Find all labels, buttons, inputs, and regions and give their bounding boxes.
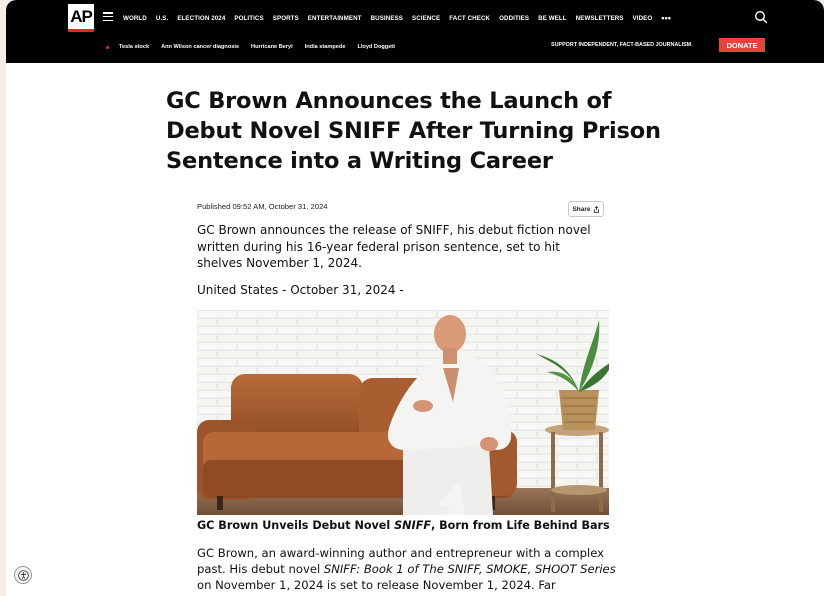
nav-item-world[interactable]: WORLD [123, 15, 147, 22]
nav-item-election-2024[interactable]: ELECTION 2024 [177, 15, 225, 22]
site-header: AP WORLD U.S. ELECTION 2024 POLITICS SPO… [6, 0, 824, 63]
browser-page: AP WORLD U.S. ELECTION 2024 POLITICS SPO… [6, 0, 824, 596]
nav-item-politics[interactable]: POLITICS [234, 15, 263, 22]
photo-caption: GC Brown Unveils Debut Novel SNIFF, Born… [197, 519, 610, 532]
nav-item-sports[interactable]: SPORTS [273, 15, 299, 22]
main-nav: WORLD U.S. ELECTION 2024 POLITICS SPORTS… [123, 12, 680, 24]
more-icon[interactable]: ••• [661, 14, 671, 23]
article-body: GC Brown, an award-winning author and en… [197, 545, 617, 593]
nav-item-oddities[interactable]: ODDITIES [499, 15, 529, 22]
nav-item-entertainment[interactable]: ENTERTAINMENT [308, 15, 362, 22]
nav-item-science[interactable]: SCIENCE [412, 15, 440, 22]
caption-title: SNIFF [394, 519, 431, 532]
article-photo [197, 310, 609, 515]
nav-item-business[interactable]: BUSINESS [371, 15, 403, 22]
trending-link[interactable]: Hurricane Beryl [251, 44, 293, 50]
trending-bar: Tesla stock Ann Wilson cancer diagnosis … [106, 42, 407, 52]
share-button[interactable]: Share [568, 201, 604, 217]
donate-button[interactable]: DONATE [719, 38, 765, 52]
share-icon [593, 205, 599, 213]
published-timestamp: Published 09:52 AM, October 31, 2024 [197, 202, 328, 211]
nav-item-video[interactable]: VIDEO [633, 15, 653, 22]
trending-dot-icon [106, 45, 109, 49]
man-on-sofa-image [197, 310, 609, 515]
body-text: on November 1, 2024 is set to release No… [197, 578, 556, 592]
accessibility-icon[interactable] [14, 566, 32, 584]
article-headline: GC Brown Announces the Launch of Debut N… [166, 88, 661, 174]
trending-link[interactable]: Ann Wilson cancer diagnosis [161, 44, 239, 50]
trending-link[interactable]: Lloyd Doggett [357, 44, 395, 50]
article-summary: GC Brown announces the release of SNIFF,… [197, 223, 591, 270]
ap-logo[interactable]: AP [68, 4, 94, 32]
nav-item-newsletters[interactable]: NEWSLETTERS [576, 15, 624, 22]
caption-text: , Born from Life Behind Bars [431, 519, 610, 532]
menu-icon[interactable] [103, 12, 113, 21]
nav-item-be-well[interactable]: BE WELL [538, 15, 567, 22]
trending-link[interactable]: India stampede [305, 44, 346, 50]
article-dateline: United States - October 31, 2024 - [197, 283, 404, 297]
support-text: SUPPORT INDEPENDENT, FACT-BASED JOURNALI… [551, 42, 693, 48]
trending-link[interactable]: Tesla stock [119, 44, 149, 50]
nav-item-us[interactable]: U.S. [156, 15, 168, 22]
share-label: Share [572, 205, 591, 213]
body-book-title: SNIFF: Book 1 of The SNIFF, SMOKE, SHOOT… [323, 562, 616, 576]
nav-item-fact-check[interactable]: FACT CHECK [449, 15, 490, 22]
search-icon[interactable] [754, 10, 768, 24]
caption-text: GC Brown Unveils Debut Novel [197, 519, 395, 532]
